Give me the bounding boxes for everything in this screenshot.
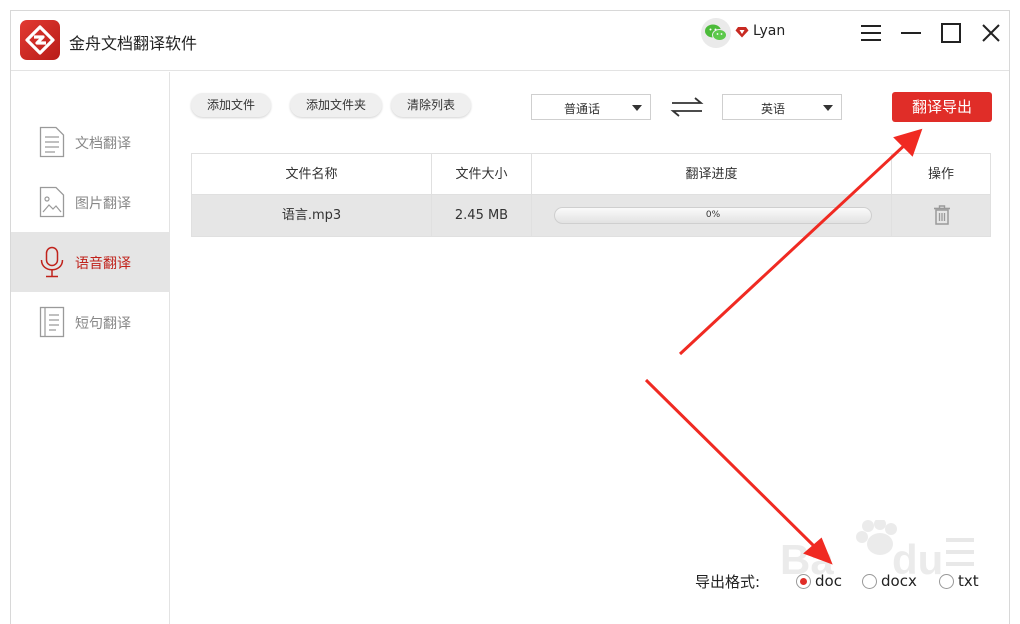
file-table: 文件名称 文件大小 翻译进度 操作 语言.mp3 2.45 MB 0%	[191, 153, 991, 237]
minimize-icon[interactable]	[899, 21, 923, 45]
sidebar-item-image-translate[interactable]: 图片翻译	[11, 172, 170, 232]
sidebar-item-sentence-translate[interactable]: 短句翻译	[11, 292, 170, 352]
progress-bar: 0%	[554, 207, 872, 224]
app-window: 金舟文档翻译软件 Lyan 文档翻译 图片翻译 语音翻译 短句翻译 添加文件 添…	[10, 10, 1010, 624]
image-icon	[39, 186, 65, 218]
microphone-icon	[40, 246, 64, 278]
sidebar-item-voice-translate[interactable]: 语音翻译	[11, 232, 170, 292]
menu-icon[interactable]	[859, 21, 883, 45]
sidebar-item-document-translate[interactable]: 文档翻译	[11, 112, 170, 172]
chevron-down-icon	[823, 105, 833, 111]
sidebar-item-label: 短句翻译	[75, 316, 131, 332]
source-language-select[interactable]: 普通话	[531, 94, 651, 120]
file-name-cell: 语言.mp3	[192, 195, 432, 236]
radio-label: doc	[815, 572, 842, 590]
sidebar-item-label: 文档翻译	[75, 136, 131, 152]
user-name[interactable]: Lyan	[753, 23, 785, 39]
radio-circle	[796, 574, 811, 589]
radio-label: txt	[958, 572, 979, 590]
target-language-value: 英语	[760, 102, 785, 116]
clear-list-button[interactable]: 清除列表	[391, 93, 472, 117]
progress-text: 0%	[705, 210, 721, 220]
swap-languages-icon[interactable]	[670, 97, 704, 117]
table-row[interactable]: 语言.mp3 2.45 MB 0%	[192, 195, 990, 236]
actions-cell	[892, 195, 990, 236]
sidebar-item-label: 图片翻译	[75, 196, 131, 212]
column-header: 文件名称	[192, 154, 432, 195]
translate-export-button[interactable]: 翻译导出	[892, 92, 992, 122]
document-icon	[39, 126, 65, 158]
add-file-button[interactable]: 添加文件	[191, 93, 272, 117]
source-language-value: 普通话	[563, 102, 600, 116]
file-size-cell: 2.45 MB	[432, 195, 532, 236]
app-logo-icon	[20, 20, 60, 60]
vip-diamond-icon	[735, 24, 749, 38]
radio-label: docx	[881, 572, 917, 590]
add-folder-button[interactable]: 添加文件夹	[290, 93, 383, 117]
column-header: 翻译进度	[532, 154, 892, 195]
table-header: 文件名称 文件大小 翻译进度 操作	[192, 154, 990, 195]
column-header: 操作	[927, 167, 954, 182]
progress-cell: 0%	[532, 195, 892, 236]
text-page-icon	[39, 306, 65, 338]
export-format-label: 导出格式:	[695, 573, 761, 591]
close-icon[interactable]	[979, 21, 1003, 45]
app-title: 金舟文档翻译软件	[69, 34, 198, 53]
radio-circle	[939, 574, 954, 589]
title-bar: 金舟文档翻译软件 Lyan	[11, 11, 1009, 71]
maximize-icon[interactable]	[939, 21, 963, 45]
trash-icon[interactable]	[934, 205, 950, 225]
column-header: 文件大小	[432, 154, 532, 195]
radio-circle	[862, 574, 877, 589]
target-language-select[interactable]: 英语	[722, 94, 842, 120]
sidebar: 文档翻译 图片翻译 语音翻译 短句翻译	[11, 72, 170, 624]
sidebar-item-label: 语音翻译	[75, 256, 131, 272]
chevron-down-icon	[632, 105, 642, 111]
wechat-icon[interactable]	[701, 18, 731, 48]
